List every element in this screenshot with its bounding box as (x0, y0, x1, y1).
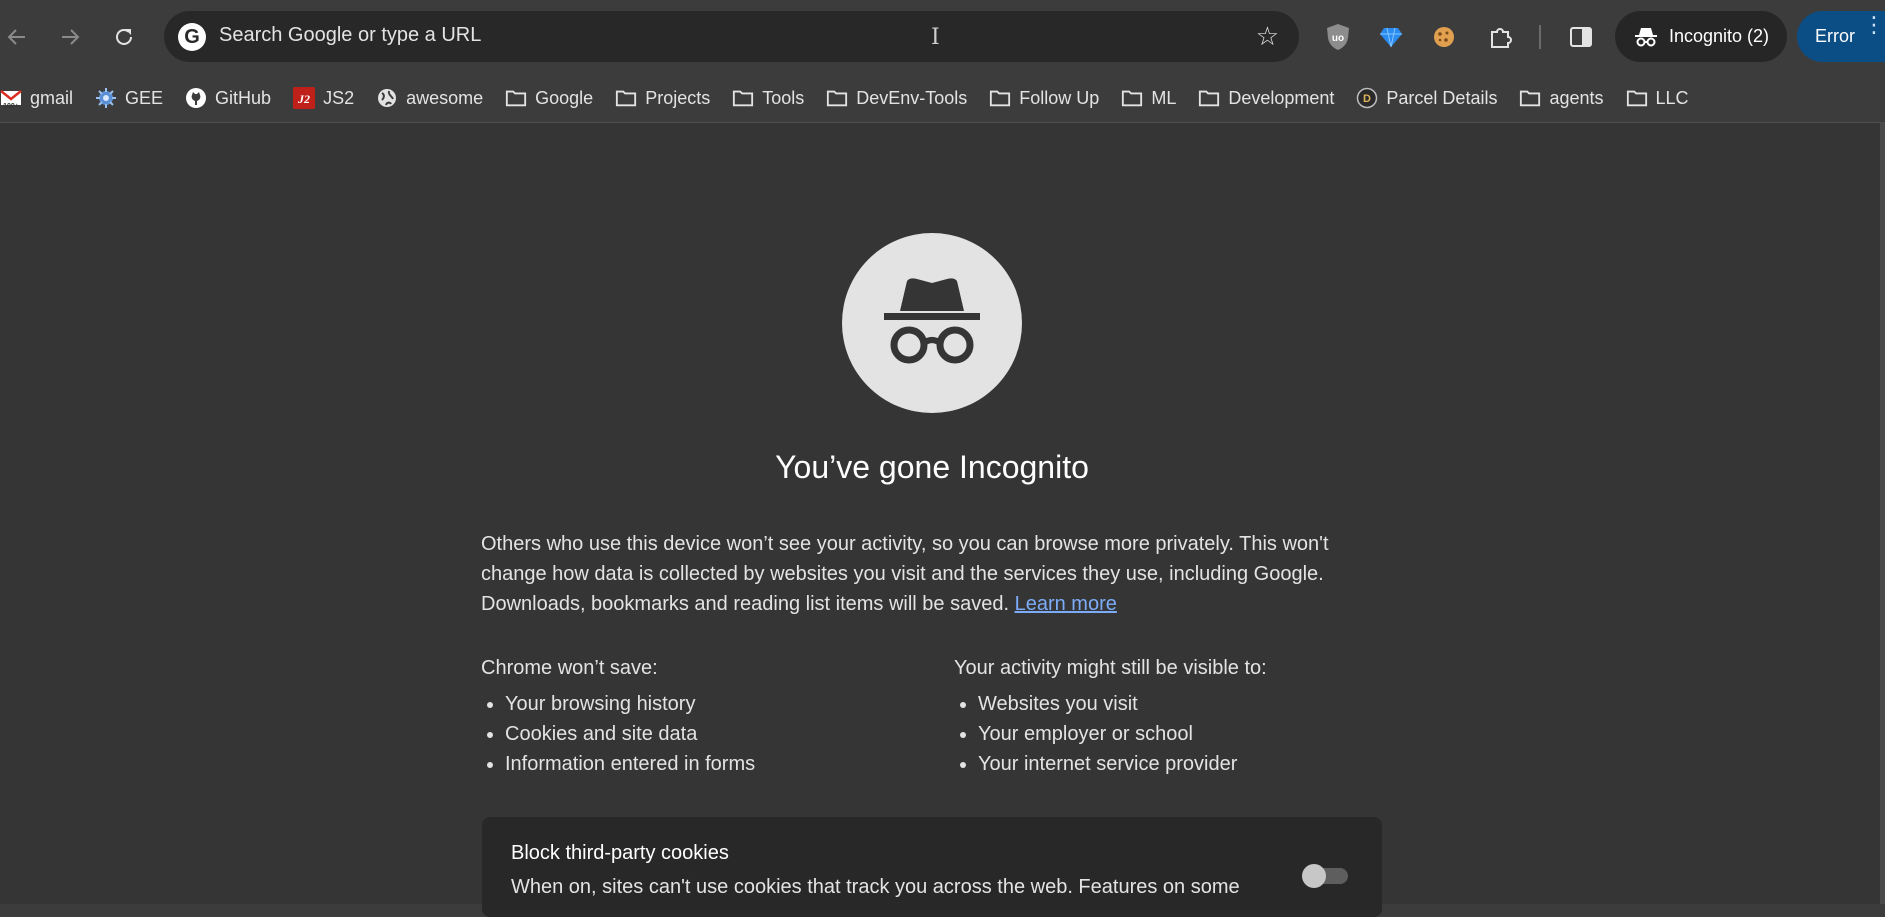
bookmark-parcel-details[interactable]: D Parcel Details (1356, 80, 1506, 116)
address-bar[interactable]: G Search Google or type a URL I ☆ (164, 11, 1299, 62)
incognito-description: Others who use this device won’t see you… (481, 529, 1386, 619)
bookmark-gmail[interactable]: 100+ gmail (0, 80, 82, 116)
page-scrollbar[interactable] (1880, 123, 1885, 904)
google-logo-icon: G (178, 23, 206, 51)
bookmark-label: Google (535, 87, 594, 108)
list-item: Your browsing history (505, 689, 931, 719)
bookmark-label: gmail (30, 87, 74, 108)
cookie-card-description: When on, sites can't use cookies that tr… (511, 876, 1240, 898)
github-icon (185, 87, 207, 109)
bookmark-github[interactable]: GitHub (185, 80, 280, 116)
toggle-knob (1302, 864, 1326, 888)
learn-more-link[interactable]: Learn more (1015, 593, 1117, 615)
bookmark-label: JS2 (323, 87, 355, 108)
svg-text:D: D (1363, 93, 1371, 105)
bookmark-js2[interactable]: J2 JS2 (293, 80, 363, 116)
reload-button[interactable] (104, 17, 144, 57)
svg-text:100+: 100+ (3, 103, 19, 109)
bookmark-folder-tools[interactable]: Tools (732, 80, 813, 116)
list-item: Your employer or school (978, 719, 1404, 749)
bookmark-label: ML (1151, 87, 1177, 108)
bookmark-folder-agents[interactable]: agents (1519, 80, 1612, 116)
bookmark-label: agents (1549, 87, 1604, 108)
bookmarks-bar: 100+ gmail GEE GitHub J2 JS2 awesome Goo… (0, 74, 1885, 122)
new-tab-page: You’ve gone Incognito Others who use thi… (0, 123, 1885, 917)
bookmark-label: awesome (406, 87, 484, 108)
bookmark-folder-llc[interactable]: LLC (1626, 80, 1698, 116)
reload-icon (116, 28, 132, 45)
third-party-cookies-card: Block third-party cookies When on, sites… (482, 817, 1382, 917)
folder-icon (1121, 87, 1143, 109)
bookmark-star-icon[interactable]: ☆ (1256, 21, 1279, 51)
folder-icon (1626, 87, 1648, 109)
bookmark-label: Development (1228, 87, 1335, 108)
bookmark-label: Follow Up (1019, 87, 1100, 108)
browser-toolbar: G Search Google or type a URL I ☆ uo Inc… (0, 0, 1885, 74)
cookie-extension-icon[interactable] (1427, 20, 1461, 54)
incognito-label: Incognito (2) (1669, 26, 1770, 46)
forward-button[interactable] (50, 17, 90, 57)
svg-text:J2: J2 (297, 92, 310, 106)
wont-save-list: Your browsing history Cookies and site d… (481, 689, 931, 779)
bookmark-label: Tools (762, 87, 805, 108)
folder-icon (732, 87, 754, 109)
still-visible-section: Your activity might still be visible to:… (954, 653, 1404, 779)
folder-icon (505, 87, 527, 109)
back-button[interactable] (0, 17, 37, 57)
still-visible-title: Your activity might still be visible to: (954, 657, 1267, 679)
bookmark-gee[interactable]: GEE (95, 80, 172, 116)
gmail-icon: 100+ (0, 87, 22, 109)
bookmark-folder-projects[interactable]: Projects (615, 80, 719, 116)
incognito-profile-button[interactable]: Incognito (2) (1615, 11, 1787, 62)
menu-dots-icon[interactable]: ⋮ (1863, 14, 1885, 36)
svg-text:uo: uo (1332, 33, 1344, 44)
incognito-icon (1635, 27, 1657, 46)
bookmark-label: LLC (1655, 87, 1689, 108)
text-cursor-icon: I (931, 25, 940, 50)
ublock-origin-icon[interactable]: uo (1321, 20, 1355, 54)
wont-save-title: Chrome won’t save: (481, 657, 658, 679)
block-cookies-toggle[interactable] (1302, 864, 1350, 888)
list-item: Information entered in forms (505, 749, 931, 779)
list-item: Your internet service provider (978, 749, 1404, 779)
folder-icon (989, 87, 1011, 109)
page-title: You’ve gone Incognito (775, 449, 1089, 485)
parcel-icon: D (1356, 87, 1378, 109)
cookie-card-title: Block third-party cookies (511, 842, 729, 864)
wont-save-section: Chrome won’t save: Your browsing history… (481, 653, 931, 779)
folder-icon (1198, 87, 1220, 109)
folder-icon (826, 87, 848, 109)
toolbar-divider (1539, 25, 1541, 49)
js2-icon: J2 (293, 87, 316, 109)
bookmark-folder-devenv-tools[interactable]: DevEnv-Tools (826, 80, 976, 116)
bookmark-label: Projects (645, 87, 711, 108)
list-item: Websites you visit (978, 689, 1404, 719)
side-panel-icon[interactable] (1564, 20, 1598, 54)
bookmark-label: GitHub (215, 87, 272, 108)
list-item: Cookies and site data (505, 719, 931, 749)
bookmark-folder-follow-up[interactable]: Follow Up (989, 80, 1108, 116)
gee-icon (95, 87, 117, 109)
error-label: Error (1815, 26, 1855, 46)
forward-arrow-icon (62, 29, 80, 45)
incognito-spy-icon (842, 233, 1022, 413)
bookmark-folder-ml[interactable]: ML (1121, 80, 1185, 116)
still-visible-list: Websites you visit Your employer or scho… (954, 689, 1404, 779)
bookmark-folder-google[interactable]: Google (505, 80, 602, 116)
folder-icon (1519, 87, 1541, 109)
puzzle-extensions-icon[interactable] (1484, 20, 1518, 54)
incognito-description-text: Others who use this device won’t see you… (481, 533, 1329, 615)
bookmark-label: DevEnv-Tools (856, 87, 968, 108)
address-bar-placeholder: Search Google or type a URL (219, 24, 482, 46)
bookmark-label: GEE (125, 87, 164, 108)
back-arrow-icon (7, 29, 25, 45)
gem-extension-icon[interactable] (1374, 20, 1408, 54)
bookmark-label: Parcel Details (1386, 87, 1498, 108)
bookmark-folder-development[interactable]: Development (1198, 80, 1343, 116)
globe-icon (376, 87, 398, 109)
folder-icon (615, 87, 637, 109)
bookmark-awesome[interactable]: awesome (376, 80, 492, 116)
